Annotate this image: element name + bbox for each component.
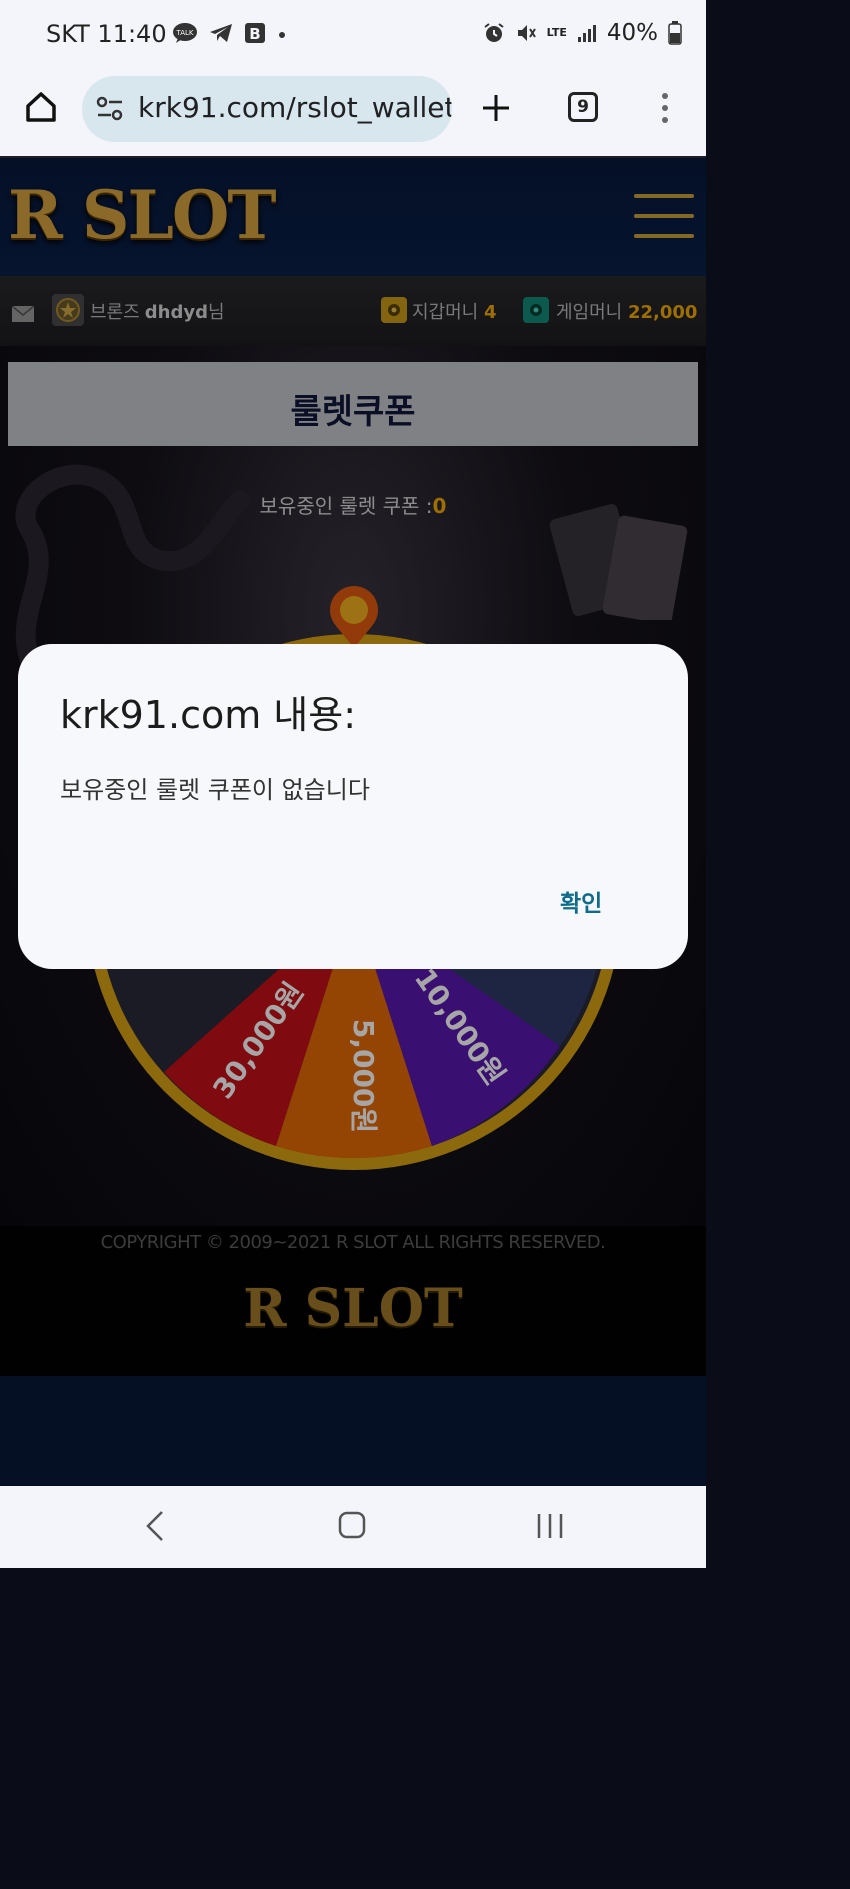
site-info-icon[interactable] [96,96,124,122]
url-text[interactable]: krk91.com/rslot_wallet [138,91,452,124]
notification-icons: TALK B [172,22,288,44]
clock: 11:40 [97,20,167,48]
recents-icon[interactable] [536,1512,564,1540]
home-nav-icon[interactable] [338,1510,366,1540]
b-app-icon: B [245,23,265,43]
home-icon[interactable] [24,90,58,124]
talk-icon: TALK [173,23,197,43]
alarm-icon [484,23,504,42]
system-status: LTE 40% [483,20,682,46]
svg-text:B: B [249,25,260,43]
lte-icon: LTE [546,26,567,39]
dialog-ok-button[interactable]: 확인 [548,880,614,922]
back-icon[interactable] [144,1510,166,1542]
battery-icon [668,21,682,45]
signal-icon [577,25,596,42]
url-bar[interactable]: krk91.com/rslot_wallet [82,76,452,142]
dialog-message: 보유중인 룰렛 쿠폰이 없습니다 [60,776,370,804]
telegram-icon [210,24,232,42]
battery-percent: 40% [606,20,658,46]
alert-dialog: krk91.com 내용: 보유중인 룰렛 쿠폰이 없습니다 확인 [18,644,688,969]
more-menu-icon[interactable] [658,92,672,124]
new-tab-icon[interactable] [480,92,512,124]
dot-icon [279,32,285,38]
dialog-title: krk91.com 내용: [60,693,357,737]
carrier: SKT [46,20,90,48]
tabs-icon[interactable]: 9 [568,92,598,122]
mute-icon [517,25,536,41]
status-time: SKT 11:40 [46,20,167,48]
svg-text:TALK: TALK [175,29,193,37]
